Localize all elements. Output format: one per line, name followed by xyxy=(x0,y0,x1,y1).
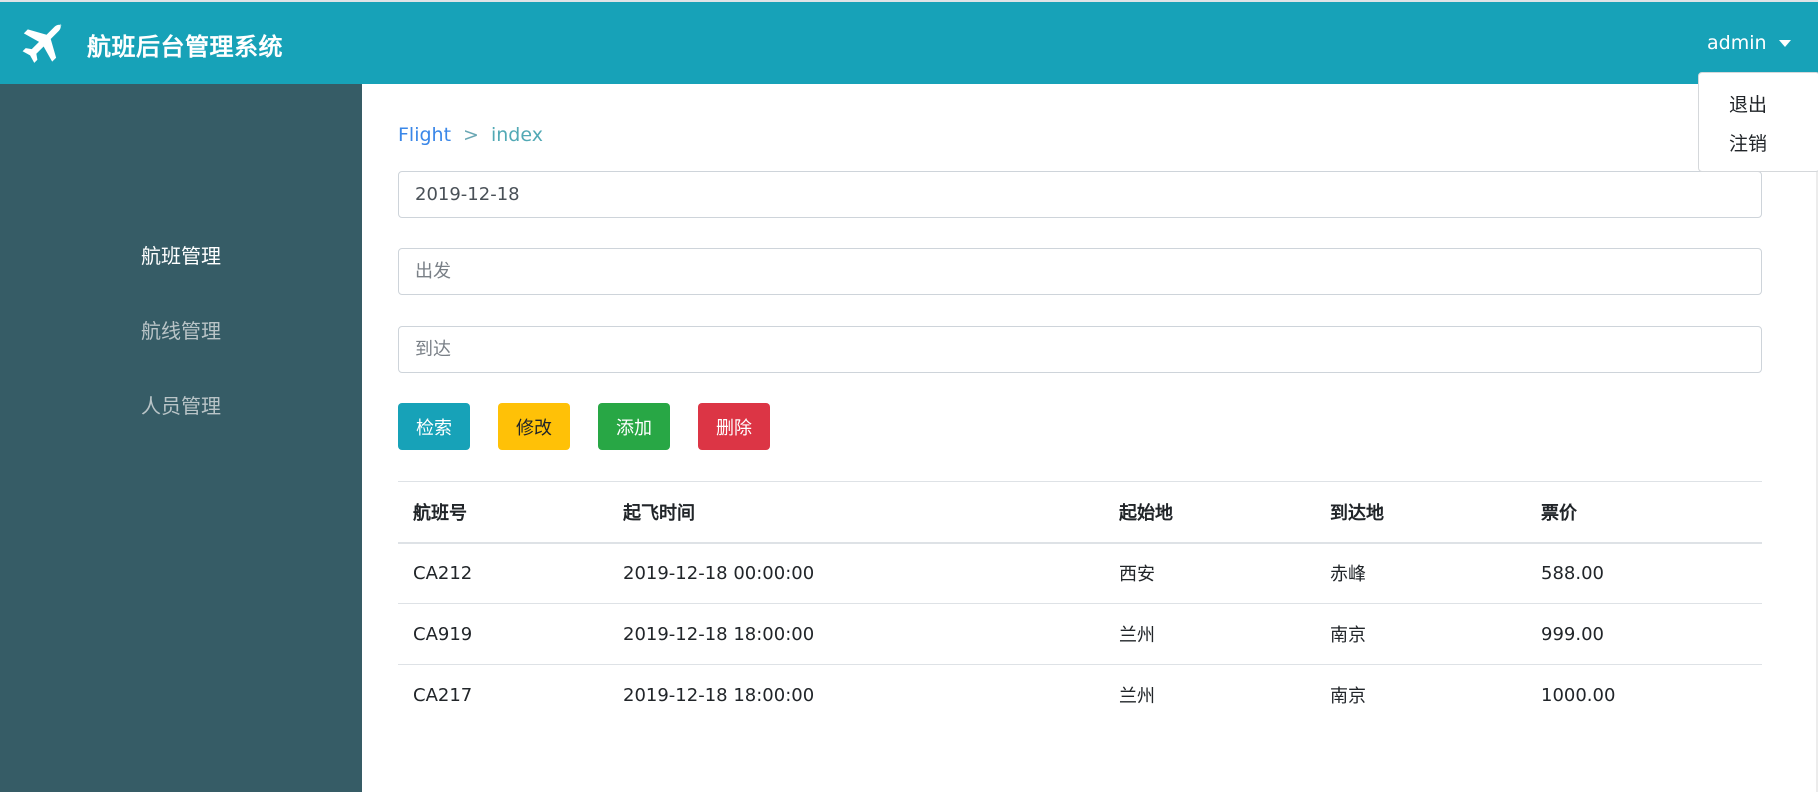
cell-origin: 兰州 xyxy=(1104,664,1315,726)
arrival-input[interactable] xyxy=(398,326,1762,373)
flights-table: 航班号 起飞时间 起始地 到达地 票价 CA212 2019-12-18 00:… xyxy=(398,481,1762,726)
column-header-departure-time: 起飞时间 xyxy=(608,481,1104,544)
top-navbar: 航班后台管理系统 admin xyxy=(0,2,1818,84)
cell-origin: 西安 xyxy=(1104,542,1315,604)
table-row[interactable]: CA217 2019-12-18 18:00:00 兰州 南京 1000.00 xyxy=(398,664,1762,726)
user-menu-toggle[interactable]: admin xyxy=(1707,32,1791,54)
cell-destination: 南京 xyxy=(1315,603,1526,665)
add-button[interactable]: 添加 xyxy=(598,403,670,450)
breadcrumb-root-link[interactable]: Flight xyxy=(398,124,451,146)
delete-button[interactable]: 删除 xyxy=(698,403,770,450)
sidebar-item-route-management[interactable]: 航线管理 xyxy=(0,315,362,344)
sidebar-item-personnel-management[interactable]: 人员管理 xyxy=(0,390,362,419)
cell-flight-no: CA919 xyxy=(398,603,608,665)
cell-departure-time: 2019-12-18 18:00:00 xyxy=(608,664,1104,726)
menu-item-deregister[interactable]: 注销 xyxy=(1729,129,1767,156)
cell-origin: 兰州 xyxy=(1104,603,1315,665)
search-button[interactable]: 检索 xyxy=(398,403,470,450)
sidebar-item-flight-management[interactable]: 航班管理 xyxy=(0,240,362,269)
cell-flight-no: CA217 xyxy=(398,664,608,726)
column-header-flight-no: 航班号 xyxy=(398,481,608,544)
cell-departure-time: 2019-12-18 00:00:00 xyxy=(608,542,1104,604)
cell-flight-no: CA212 xyxy=(398,542,608,604)
column-header-price: 票价 xyxy=(1526,481,1762,544)
edit-button[interactable]: 修改 xyxy=(498,403,570,450)
breadcrumb: Flight > index xyxy=(398,124,543,146)
cell-price: 999.00 xyxy=(1526,603,1762,665)
table-row[interactable]: CA919 2019-12-18 18:00:00 兰州 南京 999.00 xyxy=(398,603,1762,665)
cell-destination: 南京 xyxy=(1315,664,1526,726)
cell-departure-time: 2019-12-18 18:00:00 xyxy=(608,603,1104,665)
table-row[interactable]: CA212 2019-12-18 00:00:00 西安 赤峰 588.00 xyxy=(398,542,1762,604)
app-title: 航班后台管理系统 xyxy=(87,33,283,61)
user-dropdown-menu: 退出 注销 xyxy=(1698,72,1818,172)
date-input[interactable] xyxy=(398,171,1762,218)
departure-input[interactable] xyxy=(398,248,1762,295)
sidebar: 航班管理 航线管理 人员管理 xyxy=(0,84,362,792)
column-header-origin: 起始地 xyxy=(1104,481,1315,544)
cell-price: 1000.00 xyxy=(1526,664,1762,726)
column-header-destination: 到达地 xyxy=(1315,481,1526,544)
breadcrumb-current: index xyxy=(490,124,543,146)
caret-down-icon xyxy=(1778,39,1791,47)
cell-destination: 赤峰 xyxy=(1315,542,1526,604)
table-header-row: 航班号 起飞时间 起始地 到达地 票价 xyxy=(398,481,1762,544)
user-name: admin xyxy=(1707,32,1767,54)
breadcrumb-separator: > xyxy=(463,124,479,146)
cell-price: 588.00 xyxy=(1526,542,1762,604)
menu-item-logout[interactable]: 退出 xyxy=(1729,90,1767,117)
airplane-icon xyxy=(22,23,63,63)
